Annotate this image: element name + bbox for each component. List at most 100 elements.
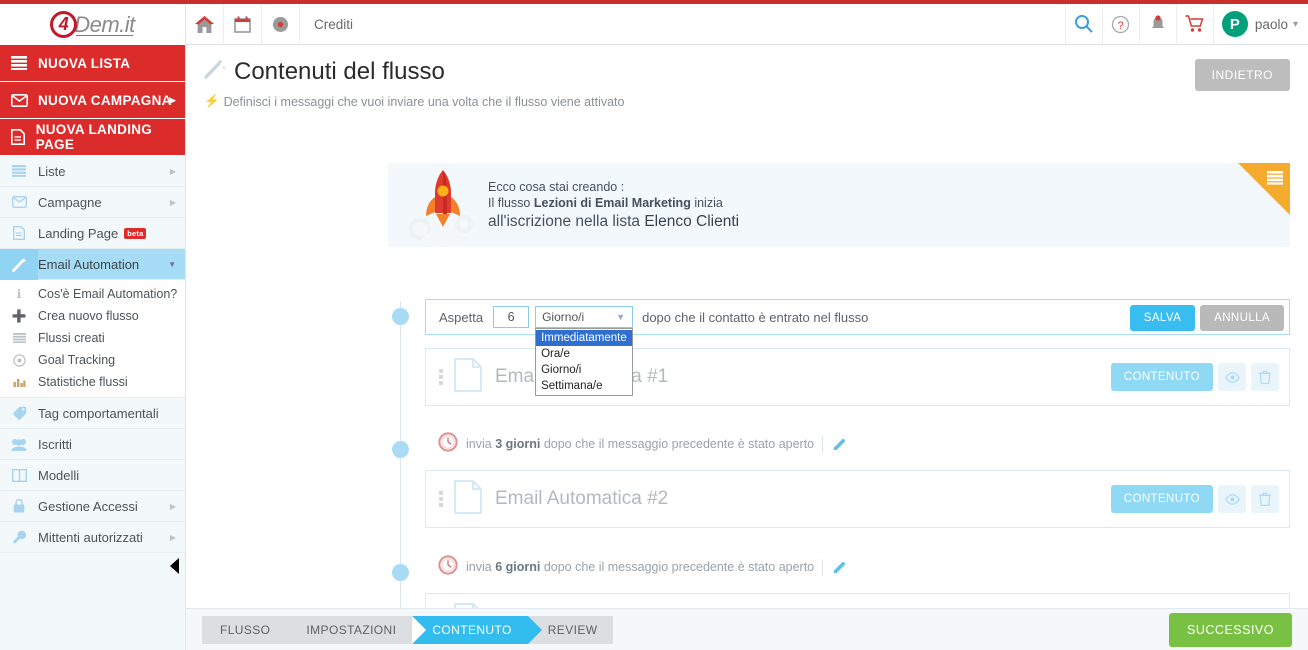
wizard-step-impostazioni[interactable]: IMPOSTAZIONI <box>286 615 427 644</box>
sidebar-item-label: NUOVA CAMPAGNA <box>38 92 172 108</box>
wait-unit-option[interactable]: Immediatamente <box>536 330 633 346</box>
trash-icon[interactable] <box>1251 363 1279 391</box>
page-title: Contenuti del flusso <box>204 57 1290 86</box>
next-button[interactable]: SUCCESSIVO <box>1169 612 1292 647</box>
pencil-icon[interactable] <box>831 559 848 576</box>
sidebar-item-modelli[interactable]: Modelli <box>0 460 185 491</box>
drag-handle-icon[interactable] <box>439 491 443 507</box>
list-icon <box>0 56 38 70</box>
top-navigation-bar: Crediti ? P paolo ▾ <box>186 3 1308 45</box>
wait-configuration-bar: Aspetta Giorno/i ▼ Immediatamente Ora/e … <box>425 299 1290 396</box>
gear-icon[interactable] <box>262 3 300 45</box>
rocket-illustration <box>406 167 486 247</box>
home-icon[interactable] <box>186 3 224 45</box>
info-icon: ℹ <box>16 287 22 301</box>
email-card[interactable]: Email Automatica #2 CONTENUTO <box>425 470 1290 528</box>
sidebar-item-label: Campagne <box>38 194 102 210</box>
cancel-button[interactable]: ANNULLA <box>1200 305 1284 331</box>
wait-unit-selected-value: Giorno/i <box>542 310 585 324</box>
wizard-steps: FLUSSO IMPOSTAZIONI CONTENUTO REVIEW <box>202 615 614 644</box>
chevron-down-icon: ▼ <box>168 259 176 269</box>
users-icon <box>0 438 38 451</box>
sidebar-subitem-cose-email-automation[interactable]: ℹ Cos'è Email Automation? <box>0 283 185 305</box>
sidebar-subitem-crea-nuovo-flusso[interactable]: ➕ Crea nuovo flusso <box>0 305 185 327</box>
wizard-step-flusso[interactable]: FLUSSO <box>202 615 301 644</box>
eye-icon[interactable] <box>1218 363 1246 391</box>
sidebar-item-label: Email Automation <box>38 256 140 272</box>
user-name: paolo <box>1254 16 1288 32</box>
email-card[interactable]: Email Automatica #3 CONTENUTO <box>425 593 1290 608</box>
send-rule-block-3: invia 6 giorni dopo che il messaggio pre… <box>425 554 1290 580</box>
document-icon <box>454 357 482 397</box>
sidebar-item-mittenti-autorizzati[interactable]: Mittenti autorizzati ▶ <box>0 522 185 553</box>
brand-logo[interactable]: 4 Dem.it <box>0 4 186 45</box>
wait-unit-option[interactable]: Settimana/e <box>536 378 632 394</box>
email-card-actions: CONTENUTO <box>1110 485 1279 513</box>
sidebar-item-nuova-landing-page[interactable]: NUOVA LANDING PAGE <box>0 119 185 156</box>
envelope-icon <box>0 196 38 208</box>
clock-icon <box>438 431 458 457</box>
email-card-block-2: Email Automatica #2 CONTENUTO <box>425 470 1290 528</box>
email-card-block-3: Email Automatica #3 CONTENUTO <box>425 593 1290 608</box>
cart-icon[interactable] <box>1175 3 1213 45</box>
banner-text: Ecco cosa stai creando : Il flusso Lezio… <box>488 180 739 231</box>
user-menu[interactable]: P paolo ▾ <box>1212 3 1308 45</box>
save-button[interactable]: SALVA <box>1129 305 1196 331</box>
list-icon <box>0 165 38 177</box>
content-button[interactable]: CONTENUTO <box>1110 363 1213 391</box>
back-button[interactable]: INDIETRO <box>1194 59 1290 91</box>
drag-handle-icon[interactable] <box>439 369 443 385</box>
sidebar-item-nuova-lista[interactable]: NUOVA LISTA <box>0 45 185 82</box>
sidebar-item-label: Mittenti autorizzati <box>38 529 143 545</box>
sidebar-collapse-toggle[interactable] <box>170 558 179 574</box>
wait-tail-text: dopo che il contatto è entrato nel fluss… <box>642 309 869 325</box>
divider <box>822 435 824 453</box>
sidebar-subitem-flussi-creati[interactable]: Flussi creati <box>0 327 185 349</box>
sidebar-subitem-label: Statistiche flussi <box>38 375 128 389</box>
banner-line-2: Il flusso Lezioni di Email Marketing ini… <box>488 196 723 210</box>
sidebar-subitem-goal-tracking[interactable]: Goal Tracking <box>0 349 185 371</box>
bolt-icon: ⚡ <box>204 94 220 108</box>
email-card-actions: CONTENUTO <box>1110 363 1279 391</box>
chevron-right-icon: ▶ <box>169 197 176 207</box>
page-header: Contenuti del flusso ⚡ Definisci i messa… <box>186 45 1308 118</box>
banner-corner-ribbon[interactable] <box>1238 163 1290 215</box>
sidebar-item-liste[interactable]: Liste ▶ <box>0 156 185 187</box>
wait-row-block: Aspetta Giorno/i ▼ Immediatamente Ora/e … <box>425 299 1290 396</box>
app-root: 4 Dem.it Crediti ? P paolo ▾ NUOVA LISTA… <box>0 0 1308 650</box>
search-icon[interactable] <box>1064 3 1102 45</box>
wait-unit-option[interactable]: Ora/e <box>536 346 632 362</box>
sidebar-item-tag-comportamentali[interactable]: Tag comportamentali <box>0 398 185 429</box>
wait-unit-option[interactable]: Giorno/i <box>536 362 632 378</box>
chevron-down-icon: ▾ <box>1292 18 1298 30</box>
sidebar-item-nuova-campagna[interactable]: NUOVA CAMPAGNA ▶ <box>0 82 185 119</box>
help-icon[interactable]: ? <box>1101 3 1139 45</box>
sidebar-item-iscritti[interactable]: Iscritti <box>0 429 185 460</box>
wait-unit-select[interactable]: Giorno/i ▼ <box>535 306 634 328</box>
lock-icon <box>0 499 38 513</box>
sidebar-item-landing-page[interactable]: Landing Page beta <box>0 218 185 249</box>
flow-summary-banner: Ecco cosa stai creando : Il flusso Lezio… <box>388 163 1290 247</box>
send-rule-text: invia 6 giorni dopo che il messaggio pre… <box>466 560 815 574</box>
sidebar-item-label: Modelli <box>38 467 80 483</box>
wait-amount-input[interactable] <box>493 306 530 328</box>
sidebar-subitem-statistiche-flussi[interactable]: Statistiche flussi <box>0 371 185 393</box>
send-rule-text: invia 3 giorni dopo che il messaggio pre… <box>466 437 815 451</box>
sidebar-item-gestione-accessi[interactable]: Gestione Accessi ▶ <box>0 491 185 522</box>
sidebar-item-campagne[interactable]: Campagne ▶ <box>0 187 185 218</box>
bell-icon[interactable] <box>1138 3 1176 45</box>
trash-icon[interactable] <box>1251 485 1279 513</box>
calendar-icon[interactable] <box>224 3 262 45</box>
chevron-down-icon: ▼ <box>616 312 626 322</box>
content-button[interactable]: CONTENUTO <box>1110 485 1213 513</box>
target-icon <box>0 353 38 367</box>
logo-mark: 4 <box>50 11 78 38</box>
sidebar-item-email-automation[interactable]: Email Automation ▼ <box>0 248 185 280</box>
sidebar-item-label: Gestione Accessi <box>38 498 138 514</box>
timeline-dot <box>392 308 409 325</box>
credits-label[interactable]: Crediti <box>300 17 367 32</box>
pencil-icon[interactable] <box>831 436 848 453</box>
banner-line-3: all'iscrizione nella lista Elenco Client… <box>488 213 740 230</box>
wizard-step-contenuto[interactable]: CONTENUTO <box>412 615 543 644</box>
eye-icon[interactable] <box>1218 485 1246 513</box>
